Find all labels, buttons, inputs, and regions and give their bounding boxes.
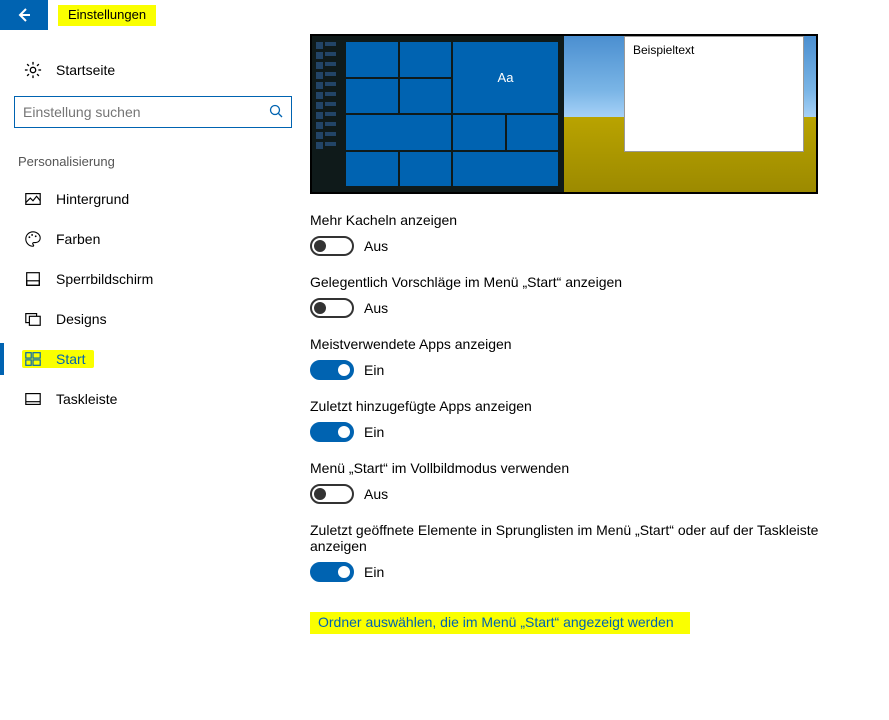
toggle-state: Aus xyxy=(364,238,388,254)
toggle-label-jumplist: Zuletzt geöffnete Elemente in Sprunglist… xyxy=(310,522,865,554)
sidebar-item-farben[interactable]: Farben xyxy=(14,219,310,259)
picture-icon xyxy=(22,190,44,208)
toggle-most-used[interactable] xyxy=(310,360,354,380)
sidebar-home-label: Startseite xyxy=(56,62,115,78)
toggle-jumplist[interactable] xyxy=(310,562,354,582)
choose-folders-link[interactable]: Ordner auswählen, die im Menü „Start“ an… xyxy=(312,611,680,633)
toggle-suggestions[interactable] xyxy=(310,298,354,318)
palette-icon xyxy=(22,230,44,248)
gear-icon xyxy=(22,61,44,79)
sidebar-item-label: Sperrbildschirm xyxy=(56,271,153,287)
toggle-fullscreen[interactable] xyxy=(310,484,354,504)
sidebar-item-taskleiste[interactable]: Taskleiste xyxy=(14,379,310,419)
toggle-label-fullscreen: Menü „Start“ im Vollbildmodus verwenden xyxy=(310,460,865,476)
toggle-state: Aus xyxy=(364,300,388,316)
sidebar-item-label: Start xyxy=(56,351,86,367)
taskbar-icon xyxy=(22,390,44,408)
toggle-state: Aus xyxy=(364,486,388,502)
toggle-label-suggestions: Gelegentlich Vorschläge im Menü „Start“ … xyxy=(310,274,865,290)
search-input-wrapper[interactable] xyxy=(14,96,292,128)
arrow-left-icon xyxy=(16,7,32,23)
sidebar-item-designs[interactable]: Designs xyxy=(14,299,310,339)
toggle-more-tiles[interactable] xyxy=(310,236,354,256)
start-icon xyxy=(22,350,44,368)
sidebar-item-label: Designs xyxy=(56,311,107,327)
sidebar-item-start[interactable]: Start xyxy=(14,339,310,379)
toggle-label-recently-added: Zuletzt hinzugefügte Apps anzeigen xyxy=(310,398,865,414)
toggle-state: Ein xyxy=(364,424,384,440)
sidebar-item-hintergrund[interactable]: Hintergrund xyxy=(14,179,310,219)
back-button[interactable] xyxy=(0,0,48,30)
start-preview: Aa Beispieltext xyxy=(310,34,818,194)
app-title: Einstellungen xyxy=(58,5,156,26)
toggle-state: Ein xyxy=(364,564,384,580)
lockscreen-icon xyxy=(22,270,44,288)
sidebar-item-label: Farben xyxy=(56,231,100,247)
search-icon xyxy=(269,104,283,121)
toggle-label-most-used: Meistverwendete Apps anzeigen xyxy=(310,336,865,352)
themes-icon xyxy=(22,310,44,328)
sidebar-item-sperrbildschirm[interactable]: Sperrbildschirm xyxy=(14,259,310,299)
sidebar-item-label: Hintergrund xyxy=(56,191,129,207)
preview-sample-window: Beispieltext xyxy=(624,36,804,152)
preview-aa-tile: Aa xyxy=(453,42,558,113)
toggle-recently-added[interactable] xyxy=(310,422,354,442)
toggle-state: Ein xyxy=(364,362,384,378)
search-input[interactable] xyxy=(23,104,269,120)
toggle-label-more-tiles: Mehr Kacheln anzeigen xyxy=(310,212,865,228)
sidebar-home[interactable]: Startseite xyxy=(14,50,310,90)
sidebar-section-label: Personalisierung xyxy=(14,140,310,179)
sidebar-item-label: Taskleiste xyxy=(56,391,117,407)
